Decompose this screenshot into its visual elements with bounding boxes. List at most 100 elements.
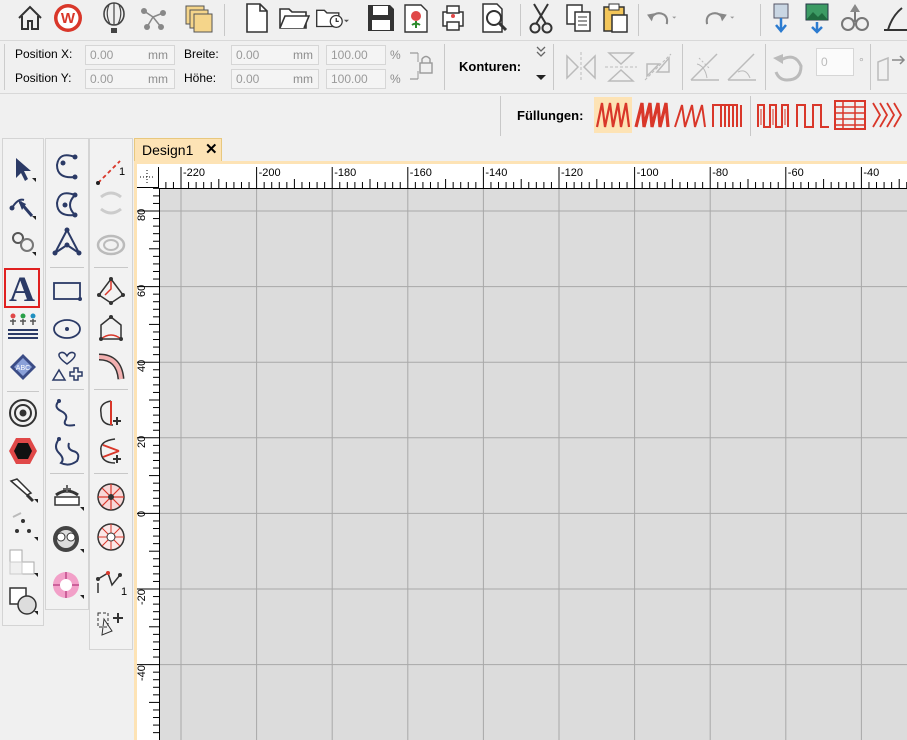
monogram-tool-icon[interactable]: ABC — [4, 349, 42, 385]
auto-digitize-tool-icon[interactable] — [92, 605, 130, 641]
machine-icon[interactable] — [838, 1, 872, 35]
design-canvas[interactable] — [160, 189, 907, 740]
stitch-points-tool-icon[interactable] — [4, 509, 42, 545]
column-tool-icon[interactable] — [92, 349, 130, 385]
redo-icon[interactable] — [703, 1, 737, 35]
applique-tool-icon[interactable] — [4, 433, 42, 469]
save-icon[interactable] — [364, 1, 398, 35]
freehand-tool-icon[interactable] — [48, 395, 86, 431]
complex-fill-tool-icon[interactable] — [48, 225, 86, 261]
balloon-icon[interactable] — [97, 1, 131, 35]
fill-zigzag-dense-icon[interactable] — [633, 97, 671, 136]
open-folder-icon[interactable] — [277, 1, 311, 35]
height-label: Höhe: — [184, 71, 217, 85]
fill-meander-icon[interactable] — [755, 97, 793, 136]
ruler-h-label: -120 — [561, 167, 584, 179]
fill-zigzag-selected[interactable] — [594, 97, 632, 133]
knife-tool-icon[interactable] — [4, 471, 42, 507]
transform-more-icon[interactable] — [874, 50, 907, 87]
cut-icon[interactable] — [524, 1, 558, 35]
horizontal-ruler[interactable]: -220 -200 -180 -160 -140 -120 -100 -80 -60 -40 — [160, 167, 907, 189]
home-icon[interactable] — [13, 1, 47, 35]
network-icon[interactable] — [137, 1, 171, 35]
open-recent-icon[interactable] — [315, 1, 349, 35]
rectangle-tool-icon[interactable] — [48, 273, 86, 309]
closed-object-tool-icon[interactable] — [48, 187, 86, 223]
team-names-tool-icon[interactable] — [4, 309, 42, 345]
paste-icon[interactable] — [598, 1, 632, 35]
import-flower-icon[interactable] — [400, 1, 434, 35]
new-document-icon[interactable] — [240, 1, 274, 35]
rotate-icon[interactable] — [771, 50, 807, 87]
ruler-v-label: 20 — [137, 435, 148, 448]
mirror-horizontal-icon[interactable] — [563, 50, 599, 87]
fills-bar: Füllungen: — [0, 94, 907, 138]
fill-satin-icon[interactable] — [709, 97, 747, 136]
lettering-tool-icon[interactable]: A — [4, 268, 40, 308]
run-stitch-counter-tool[interactable]: 1 — [92, 153, 130, 189]
radial-fill-tool-icon[interactable] — [92, 519, 130, 555]
star-burst-tool-icon[interactable] — [92, 479, 130, 515]
design-library-tool-icon[interactable] — [48, 567, 86, 603]
spiral-tool-icon[interactable] — [92, 227, 130, 263]
picture-download-icon[interactable] — [800, 1, 834, 35]
upload-icon[interactable] — [764, 1, 798, 35]
select-tool-icon[interactable] — [4, 151, 42, 187]
close-tab-icon[interactable]: ✕ — [205, 140, 218, 158]
rotation-input[interactable]: 0 — [816, 48, 854, 76]
arrange-tool-icon[interactable] — [4, 545, 42, 581]
ellipse-tool-icon[interactable] — [48, 311, 86, 347]
ruler-v-label: 80 — [137, 208, 148, 221]
document-tab-title: Design1 — [142, 142, 194, 158]
circle-target-tool-icon[interactable] — [4, 395, 42, 431]
skew-right-icon[interactable] — [724, 50, 760, 87]
hoop-tool-icon[interactable] — [48, 479, 86, 515]
height-percent-input[interactable]: 100.00 — [326, 69, 386, 89]
shapes-tool-icon[interactable] — [48, 349, 86, 385]
open-object-tool-icon[interactable] — [48, 149, 86, 185]
print-preview-icon[interactable] — [478, 1, 512, 35]
folders-icon[interactable] — [182, 1, 216, 35]
ruler-h-label: -140 — [485, 167, 508, 179]
ruler-h-label: -220 — [183, 167, 206, 179]
vertical-ruler[interactable]: 806040200-20-40-60 — [137, 188, 160, 740]
width-label: Breite: — [184, 47, 219, 61]
document-tab[interactable]: Design1 ✕ — [134, 138, 222, 161]
fill-tatami-icon[interactable] — [831, 97, 869, 136]
stitch-icon[interactable] — [880, 1, 907, 35]
ruler-h-label: -180 — [334, 167, 357, 179]
branch-tool-icon[interactable] — [92, 395, 130, 431]
contours-dropdown-icon[interactable] — [534, 45, 548, 88]
create-holes-tool-icon[interactable] — [92, 273, 130, 309]
fills-label: Füllungen: — [517, 108, 584, 123]
position-x-label: Position X: — [15, 47, 73, 61]
reshape-tool-icon[interactable] — [4, 189, 42, 225]
fill-meander-alt-icon[interactable] — [794, 97, 832, 136]
convert-tool-icon[interactable] — [4, 225, 42, 261]
position-y-label: Position Y: — [15, 71, 72, 85]
fill-zigzag-open-icon[interactable] — [672, 97, 710, 136]
branch-fill-tool-icon[interactable] — [92, 433, 130, 469]
copy-icon[interactable] — [562, 1, 596, 35]
lock-proportions-icon[interactable] — [408, 49, 436, 88]
width-percent-input[interactable]: 100.00 — [326, 45, 386, 65]
fill-pattern-icon[interactable] — [870, 97, 907, 136]
wilcom-logo-icon[interactable]: W — [51, 1, 85, 35]
export-icon[interactable] — [436, 1, 470, 35]
measure-tool-icon[interactable]: 1 — [92, 563, 130, 599]
embroidery-frame-tool-icon[interactable] — [48, 521, 86, 557]
ruler-corner[interactable] — [137, 167, 159, 188]
rotate-object-tool-icon[interactable] — [92, 185, 130, 221]
undo-icon[interactable] — [645, 1, 679, 35]
mirror-diagonal-icon[interactable] — [641, 50, 677, 87]
freehand-closed-tool-icon[interactable] — [48, 433, 86, 469]
skew-left-icon[interactable] — [687, 50, 723, 87]
ruler-v-label: 60 — [137, 284, 148, 297]
position-y-unit: mm — [148, 72, 168, 86]
main-toolbar: W — [0, 0, 907, 41]
ruler-v-label: 0 — [137, 511, 148, 518]
fill-holes-tool-icon[interactable] — [92, 311, 130, 347]
ruler-h-label: -200 — [258, 167, 281, 179]
shape-combine-tool-icon[interactable] — [4, 583, 42, 619]
mirror-vertical-icon[interactable] — [603, 50, 639, 87]
